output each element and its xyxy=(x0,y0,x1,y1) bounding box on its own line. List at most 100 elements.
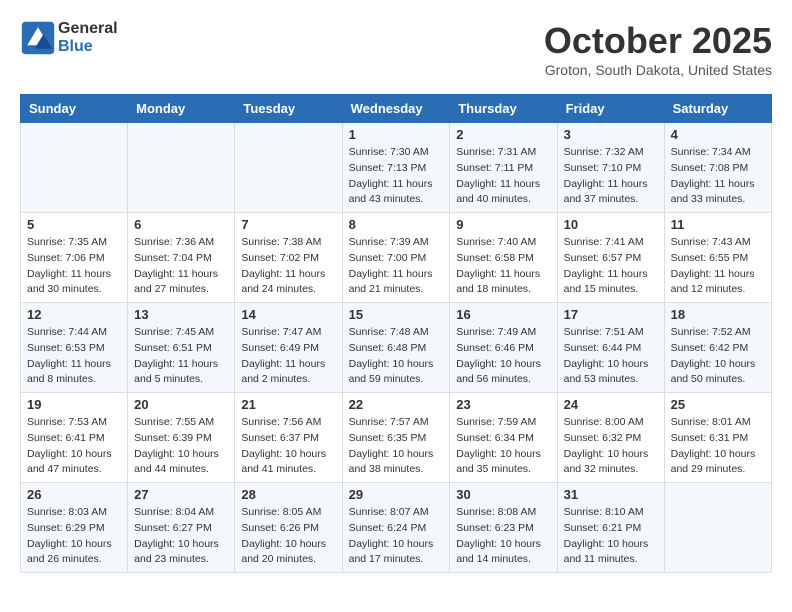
day-info: Sunrise: 7:32 AM Sunset: 7:10 PM Dayligh… xyxy=(564,145,658,208)
day-info: Sunrise: 7:39 AM Sunset: 7:00 PM Dayligh… xyxy=(349,235,444,298)
day-number: 18 xyxy=(671,307,765,322)
calendar-cell: 11Sunrise: 7:43 AM Sunset: 6:55 PM Dayli… xyxy=(664,213,771,303)
day-info: Sunrise: 7:34 AM Sunset: 7:08 PM Dayligh… xyxy=(671,145,765,208)
calendar-cell: 22Sunrise: 7:57 AM Sunset: 6:35 PM Dayli… xyxy=(342,393,450,483)
day-info: Sunrise: 7:36 AM Sunset: 7:04 PM Dayligh… xyxy=(134,235,228,298)
calendar-cell xyxy=(235,123,342,213)
day-number: 25 xyxy=(671,397,765,412)
day-info: Sunrise: 7:47 AM Sunset: 6:49 PM Dayligh… xyxy=(241,325,335,388)
calendar-cell: 20 Sunrise: 7:55 AM Sunset: 6:39 PM Dayli… xyxy=(128,393,235,483)
calendar-cell: 30Sunrise: 8:08 AM Sunset: 6:23 PM Dayli… xyxy=(450,483,557,573)
day-number: 20 xyxy=(134,397,228,412)
day-info: Sunrise: 7:49 AM Sunset: 6:46 PM Dayligh… xyxy=(456,325,550,388)
day-info: Sunrise: 7:57 AM Sunset: 6:35 PM Dayligh… xyxy=(349,415,444,478)
day-info: Sunrise: 7:43 AM Sunset: 6:55 PM Dayligh… xyxy=(671,235,765,298)
logo: General Blue xyxy=(20,20,118,56)
week-row-3: 12 Sunrise: 7:44 AM Sunset: 6:53 PM Dayli… xyxy=(21,303,772,393)
week-row-2: 5 Sunrise: 7:35 AM Sunset: 7:06 PM Daylig… xyxy=(21,213,772,303)
weekday-header-row: SundayMondayTuesdayWednesdayThursdayFrid… xyxy=(21,95,772,123)
day-number: 8 xyxy=(349,217,444,232)
day-number: 21 xyxy=(241,397,335,412)
day-number: 27 xyxy=(134,487,228,502)
calendar-cell: 8 Sunrise: 7:39 AM Sunset: 7:00 PM Daylig… xyxy=(342,213,450,303)
day-number: 28 xyxy=(241,487,335,502)
day-number: 15 xyxy=(349,307,444,322)
day-number: 14 xyxy=(241,307,335,322)
day-info: Sunrise: 8:04 AM Sunset: 6:27 PM Dayligh… xyxy=(134,505,228,568)
weekday-header-friday: Friday xyxy=(557,95,664,123)
day-info: Sunrise: 8:08 AM Sunset: 6:23 PM Dayligh… xyxy=(456,505,550,568)
day-info: Sunrise: 7:30 AM Sunset: 7:13 PM Dayligh… xyxy=(349,145,444,208)
calendar-cell: 29 Sunrise: 8:07 AM Sunset: 6:24 PM Dayli… xyxy=(342,483,450,573)
day-number: 31 xyxy=(564,487,658,502)
day-number: 26 xyxy=(27,487,121,502)
title-block: October 2025 Groton, South Dakota, Unite… xyxy=(544,20,772,78)
day-number: 6 xyxy=(134,217,228,232)
day-info: Sunrise: 8:00 AM Sunset: 6:32 PM Dayligh… xyxy=(564,415,658,478)
calendar-cell xyxy=(664,483,771,573)
day-info: Sunrise: 7:48 AM Sunset: 6:48 PM Dayligh… xyxy=(349,325,444,388)
day-number: 5 xyxy=(27,217,121,232)
calendar-cell: 17 Sunrise: 7:51 AM Sunset: 6:44 PM Dayli… xyxy=(557,303,664,393)
calendar-cell: 27 Sunrise: 8:04 AM Sunset: 6:27 PM Dayli… xyxy=(128,483,235,573)
logo-icon xyxy=(20,20,56,56)
day-number: 13 xyxy=(134,307,228,322)
calendar-cell: 10Sunrise: 7:41 AM Sunset: 6:57 PM Dayli… xyxy=(557,213,664,303)
day-info: Sunrise: 7:53 AM Sunset: 6:41 PM Dayligh… xyxy=(27,415,121,478)
calendar-cell: 21 Sunrise: 7:56 AM Sunset: 6:37 PM Dayli… xyxy=(235,393,342,483)
calendar-cell: 14 Sunrise: 7:47 AM Sunset: 6:49 PM Dayli… xyxy=(235,303,342,393)
day-info: Sunrise: 7:40 AM Sunset: 6:58 PM Dayligh… xyxy=(456,235,550,298)
location: Groton, South Dakota, United States xyxy=(544,62,772,78)
calendar-cell xyxy=(21,123,128,213)
week-row-4: 19 Sunrise: 7:53 AM Sunset: 6:41 PM Dayli… xyxy=(21,393,772,483)
week-row-1: 1 Sunrise: 7:30 AM Sunset: 7:13 PM Daylig… xyxy=(21,123,772,213)
day-info: Sunrise: 8:07 AM Sunset: 6:24 PM Dayligh… xyxy=(349,505,444,568)
week-row-5: 26 Sunrise: 8:03 AM Sunset: 6:29 PM Dayli… xyxy=(21,483,772,573)
page-header: General Blue October 2025 Groton, South … xyxy=(20,20,772,78)
calendar-cell: 23Sunrise: 7:59 AM Sunset: 6:34 PM Dayli… xyxy=(450,393,557,483)
calendar-cell: 5 Sunrise: 7:35 AM Sunset: 7:06 PM Daylig… xyxy=(21,213,128,303)
calendar-cell: 13 Sunrise: 7:45 AM Sunset: 6:51 PM Dayli… xyxy=(128,303,235,393)
day-info: Sunrise: 7:52 AM Sunset: 6:42 PM Dayligh… xyxy=(671,325,765,388)
calendar-cell: 18 Sunrise: 7:52 AM Sunset: 6:42 PM Dayli… xyxy=(664,303,771,393)
day-info: Sunrise: 7:56 AM Sunset: 6:37 PM Dayligh… xyxy=(241,415,335,478)
day-info: Sunrise: 7:31 AM Sunset: 7:11 PM Dayligh… xyxy=(456,145,550,208)
calendar-cell xyxy=(128,123,235,213)
calendar-cell: 15 Sunrise: 7:48 AM Sunset: 6:48 PM Dayli… xyxy=(342,303,450,393)
weekday-header-tuesday: Tuesday xyxy=(235,95,342,123)
day-number: 29 xyxy=(349,487,444,502)
day-number: 3 xyxy=(564,127,658,142)
day-number: 24 xyxy=(564,397,658,412)
day-number: 1 xyxy=(349,127,444,142)
day-info: Sunrise: 8:01 AM Sunset: 6:31 PM Dayligh… xyxy=(671,415,765,478)
day-info: Sunrise: 7:35 AM Sunset: 7:06 PM Dayligh… xyxy=(27,235,121,298)
calendar-cell: 25 Sunrise: 8:01 AM Sunset: 6:31 PM Dayli… xyxy=(664,393,771,483)
day-number: 12 xyxy=(27,307,121,322)
day-info: Sunrise: 8:05 AM Sunset: 6:26 PM Dayligh… xyxy=(241,505,335,568)
day-number: 9 xyxy=(456,217,550,232)
day-number: 16 xyxy=(456,307,550,322)
day-number: 17 xyxy=(564,307,658,322)
day-info: Sunrise: 7:55 AM Sunset: 6:39 PM Dayligh… xyxy=(134,415,228,478)
day-number: 4 xyxy=(671,127,765,142)
weekday-header-sunday: Sunday xyxy=(21,95,128,123)
calendar-cell: 16 Sunrise: 7:49 AM Sunset: 6:46 PM Dayli… xyxy=(450,303,557,393)
calendar-cell: 24 Sunrise: 8:00 AM Sunset: 6:32 PM Dayli… xyxy=(557,393,664,483)
day-info: Sunrise: 8:03 AM Sunset: 6:29 PM Dayligh… xyxy=(27,505,121,568)
day-number: 19 xyxy=(27,397,121,412)
calendar-cell: 7 Sunrise: 7:38 AM Sunset: 7:02 PM Daylig… xyxy=(235,213,342,303)
logo-blue: Blue xyxy=(58,38,93,55)
day-number: 7 xyxy=(241,217,335,232)
calendar-cell: 31Sunrise: 8:10 AM Sunset: 6:21 PM Dayli… xyxy=(557,483,664,573)
calendar-cell: 28 Sunrise: 8:05 AM Sunset: 6:26 PM Dayli… xyxy=(235,483,342,573)
logo-general: General xyxy=(58,20,118,37)
day-info: Sunrise: 7:45 AM Sunset: 6:51 PM Dayligh… xyxy=(134,325,228,388)
day-number: 2 xyxy=(456,127,550,142)
day-number: 10 xyxy=(564,217,658,232)
calendar-cell: 26 Sunrise: 8:03 AM Sunset: 6:29 PM Dayli… xyxy=(21,483,128,573)
day-info: Sunrise: 7:51 AM Sunset: 6:44 PM Dayligh… xyxy=(564,325,658,388)
day-info: Sunrise: 7:38 AM Sunset: 7:02 PM Dayligh… xyxy=(241,235,335,298)
weekday-header-thursday: Thursday xyxy=(450,95,557,123)
calendar-cell: 6 Sunrise: 7:36 AM Sunset: 7:04 PM Daylig… xyxy=(128,213,235,303)
day-info: Sunrise: 7:44 AM Sunset: 6:53 PM Dayligh… xyxy=(27,325,121,388)
